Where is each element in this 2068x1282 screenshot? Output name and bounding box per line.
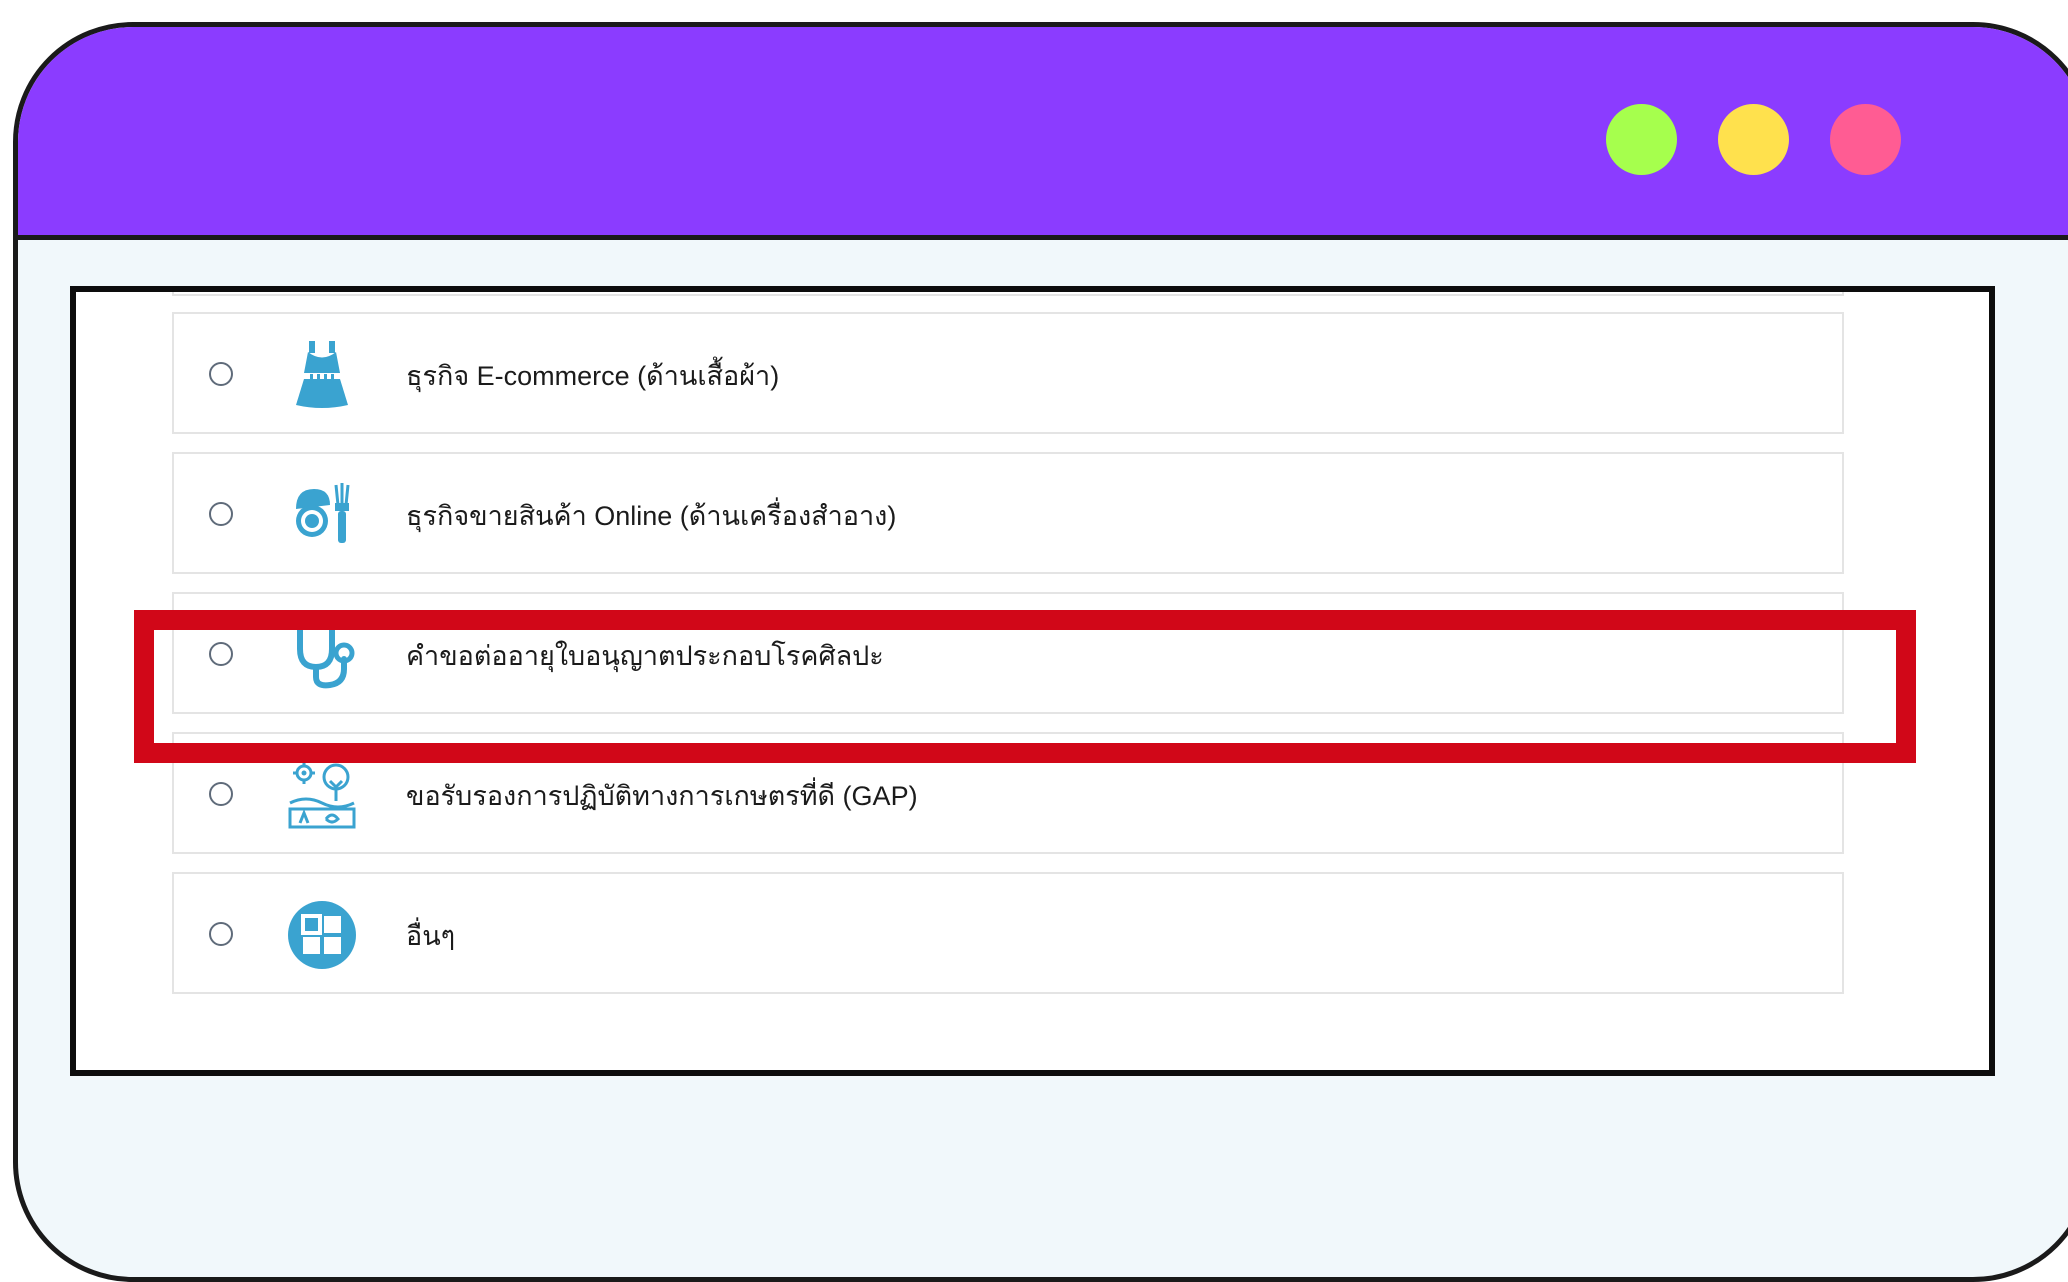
option-label: ขอรับรองการปฏิบัติทางการเกษตรที่ดี (GAP) <box>406 781 918 811</box>
title-bar <box>18 27 2068 240</box>
content-panel: ธุรกิจ E-commerce (ด้านเสื้อผ้า) ธุรกิจข… <box>70 286 1995 1076</box>
radio-button[interactable] <box>209 922 233 946</box>
option-gap-certification[interactable]: ขอรับรองการปฏิบัติทางการเกษตรที่ดี (GAP) <box>172 732 1844 854</box>
green-dot-button[interactable] <box>1606 104 1677 175</box>
option-other[interactable]: อื่นๆ <box>172 872 1844 994</box>
pink-dot-button[interactable] <box>1830 104 1901 175</box>
previous-option-edge <box>172 292 1844 296</box>
yellow-dot-button[interactable] <box>1718 104 1789 175</box>
stethoscope-icon <box>297 622 355 689</box>
option-label: คำขอต่ออายุใบอนุญาตประกอบโรคศิลปะ <box>406 641 884 671</box>
option-medical-license-renewal[interactable]: คำขอต่ออายุใบอนุญาตประกอบโรคศิลปะ <box>172 592 1844 714</box>
radio-button[interactable] <box>209 642 233 666</box>
cosmetics-icon <box>296 483 350 543</box>
grid-icon <box>288 901 356 969</box>
option-online-cosmetics[interactable]: ธุรกิจขายสินค้า Online (ด้านเครื่องสำอาง… <box>172 452 1844 574</box>
option-label: อื่นๆ <box>406 921 456 951</box>
option-label: ธุรกิจขายสินค้า Online (ด้านเครื่องสำอาง… <box>406 501 897 531</box>
farm-icon <box>288 762 356 829</box>
option-label: ธุรกิจ E-commerce (ด้านเสื้อผ้า) <box>406 361 780 391</box>
option-ecommerce-clothing[interactable]: ธุรกิจ E-commerce (ด้านเสื้อผ้า) <box>172 312 1844 434</box>
radio-button[interactable] <box>209 502 233 526</box>
radio-button[interactable] <box>209 782 233 806</box>
dress-icon <box>296 341 348 408</box>
radio-button[interactable] <box>209 362 233 386</box>
